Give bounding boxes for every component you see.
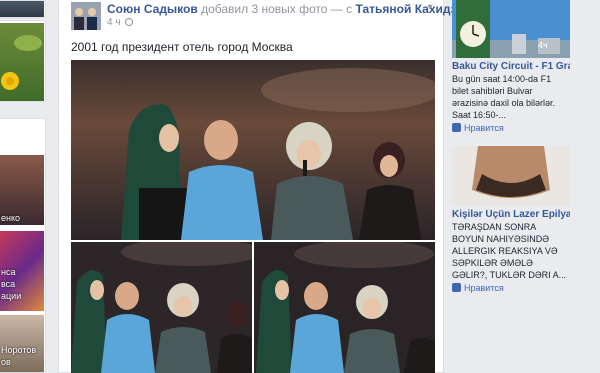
ad-laser-like-button[interactable]: Нравится [452, 283, 570, 293]
feed-post: Союн Садыков добавил 3 новых фото — с Та… [58, 0, 466, 373]
ad-f1-like-button[interactable]: Нравится [452, 123, 570, 133]
ad-f1-like-label: Нравится [464, 123, 504, 133]
avatar-photo [71, 2, 101, 30]
left-label-3: вса [1, 279, 16, 289]
post-time: 4 ч [107, 17, 134, 28]
avatar[interactable] [71, 2, 101, 30]
thumbs-up-icon [452, 283, 461, 292]
small-photo-right[interactable] [254, 242, 435, 373]
ad-laser[interactable]: Kişilər Üçün Lazer Epilyasi... TƏRAŞDAN … [452, 146, 570, 293]
ad-f1-body: Bu gün saat 14:00-da F1 bilet sahibləri … [452, 74, 556, 120]
left-label-1: енко [1, 213, 21, 223]
ad-f1[interactable]: 4ч Baku City Circuit - F1 Gran... Bu gün… [452, 0, 570, 133]
neck-photo [452, 146, 570, 206]
ad-image-badge: 4ч [538, 40, 548, 50]
ad-laser-image[interactable] [452, 146, 570, 206]
left-card-list: енко нса вса ации Норотов ов [0, 118, 46, 373]
left-thumbnail[interactable] [0, 1, 44, 17]
flower-icon [1, 35, 42, 90]
left-label-2: нса [1, 267, 16, 277]
author-name[interactable]: Союн Садыков [107, 2, 198, 16]
globe-icon [125, 18, 134, 26]
clock-tower-photo [452, 0, 570, 58]
timestamp[interactable]: 4 ч [107, 17, 121, 28]
ad-laser-body: TƏRAŞDAN SONRA BOYUN NAHIYƏSINDƏ ALLERGI… [452, 222, 567, 280]
post-text: 2001 год президент отель город Москва [71, 40, 293, 54]
right-sidebar: 4ч Baku City Circuit - F1 Gran... Bu gün… [446, 0, 600, 373]
small-photo-left-image [71, 242, 252, 373]
left-photo-2[interactable]: нса вса ации [0, 231, 44, 311]
ad-laser-title[interactable]: Kişilər Üçün Lazer Epilyasi... [452, 209, 570, 221]
chevron-down-icon[interactable]: ▾ [423, 2, 437, 14]
main-photo[interactable] [71, 60, 435, 240]
left-card-garden[interactable] [0, 20, 46, 102]
post-author-line: Союн Садыков добавил 3 новых фото — с Та… [107, 2, 466, 16]
main-photo-image [71, 60, 435, 240]
left-photo-3[interactable]: Норотов ов [0, 315, 44, 372]
left-photo-1[interactable]: енко [0, 155, 44, 225]
small-photo-right-image [254, 242, 435, 373]
left-label-4: ации [1, 291, 22, 301]
left-label-5: Норотов [1, 345, 37, 355]
garden-photo[interactable] [0, 23, 44, 101]
ad-laser-like-label: Нравится [464, 283, 504, 293]
post-header: Союн Садыков добавил 3 новых фото — с Та… [71, 2, 466, 32]
left-label-6: ов [1, 357, 11, 367]
thumbs-up-icon [452, 123, 461, 132]
ad-f1-image[interactable]: 4ч [452, 0, 570, 58]
ad-f1-title[interactable]: Baku City Circuit - F1 Gran... [452, 61, 570, 73]
small-photo-left[interactable] [71, 242, 252, 373]
tag-prefix: — с [330, 2, 353, 16]
post-action: добавил 3 новых фото [201, 2, 328, 16]
left-sidebar: енко нса вса ации Норотов ов [0, 0, 48, 373]
left-card-top[interactable] [0, 0, 46, 18]
